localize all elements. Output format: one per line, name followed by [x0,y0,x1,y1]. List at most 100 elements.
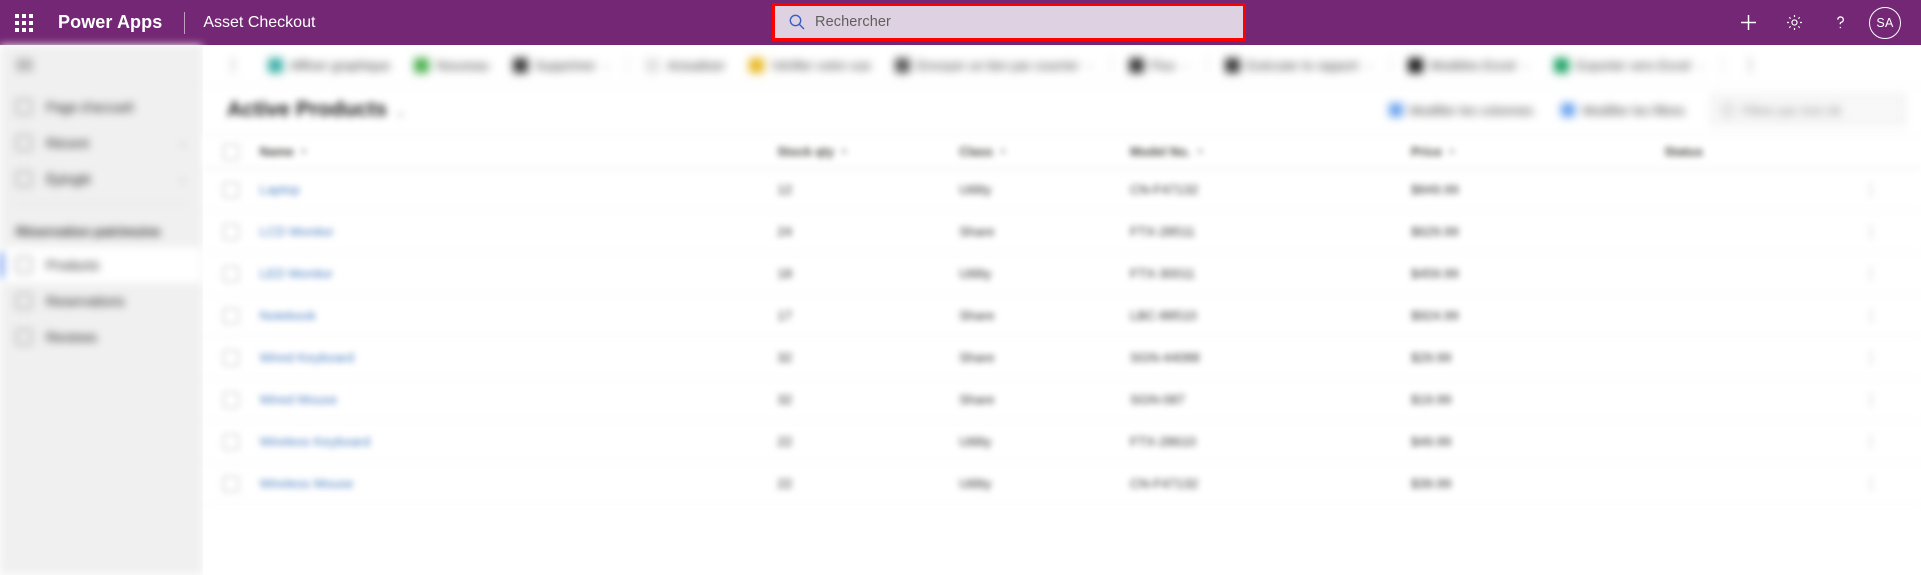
cell-name[interactable]: LED Monitor [251,252,770,295]
row-checkbox[interactable] [223,307,239,324]
more-actions-icon[interactable]: ⋮ [1864,265,1879,281]
global-search[interactable]: Rechercher [772,3,1246,41]
row-checkbox[interactable] [223,475,239,492]
products-grid: Name ▾ Stock qty ▾ Class ▾ Model No. ▾ P… [203,134,1921,505]
table-row[interactable]: Wireless Keyboard 22 Utility FTX-28610 $49.9… [203,420,1921,463]
grid-search-input[interactable]: Filtrer par mot clé [1711,95,1905,125]
command-refine-chart[interactable]: Affiner graphique [256,45,402,85]
cell-name[interactable]: LCD Monitor [251,210,770,253]
command-delete[interactable]: Supprimer ⌄ [501,45,622,85]
search-input[interactable]: Rechercher [775,6,1243,38]
row-actions-cell[interactable]: ⋮ [1821,252,1921,295]
select-all-checkbox[interactable] [223,143,239,160]
table-row[interactable]: LCD Monitor 24 Share FTX-28511 $629.99 ⋮ [203,210,1921,253]
avatar[interactable]: SA [1869,6,1901,39]
cell-name[interactable]: Wireless Keyboard [251,420,770,463]
column-header-qty[interactable]: Stock qty ▾ [769,134,952,169]
command-email-link[interactable]: Envoyer un lien par courrier ⌄ [883,45,1106,85]
product-link[interactable]: LCD Monitor [259,224,333,239]
cell-name[interactable]: Laptop [251,168,770,211]
column-header-price[interactable]: Price ▾ [1403,134,1657,169]
more-actions-icon[interactable]: ⋮ [1864,307,1879,323]
help-button[interactable] [1817,0,1863,45]
column-header-status[interactable]: Status [1656,134,1822,169]
table-row[interactable]: Notebook 17 Share LBC-88510 $924.99 ⋮ [203,294,1921,337]
sidebar-item-reservations[interactable]: Reservations [0,283,201,319]
select-all-header[interactable] [203,134,252,169]
sidebar-item-pinned[interactable]: Épinglé ⌄ [0,161,201,197]
product-link[interactable]: Wireless Keyboard [259,434,370,449]
command-run-report[interactable]: Exécuter le rapport ⌄ [1213,45,1385,85]
brand-title[interactable]: Power Apps [48,12,162,33]
app-launcher-button[interactable] [0,0,48,45]
row-checkbox-cell[interactable] [203,336,252,379]
row-checkbox[interactable] [223,433,239,450]
row-actions-cell[interactable]: ⋮ [1821,336,1921,379]
product-link[interactable]: Notebook [259,308,315,323]
row-actions-cell[interactable]: ⋮ [1821,378,1921,421]
more-actions-icon[interactable]: ⋮ [1864,433,1879,449]
table-row[interactable]: Wired Mouse 32 Share SGN-087 $19.99 ⋮ [203,378,1921,421]
row-actions-cell[interactable]: ⋮ [1821,294,1921,337]
command-export-excel[interactable]: Exporter vers Excel ⌄ [1542,45,1717,85]
app-name[interactable]: Asset Checkout [203,14,315,32]
row-checkbox-cell[interactable] [203,210,252,253]
column-header-model[interactable]: Model No. ▾ [1122,134,1404,169]
command-check-view[interactable]: Vérifier votre vue [737,45,883,85]
more-actions-icon[interactable]: ⋮ [1864,223,1879,239]
edit-filters-button[interactable]: Modifier les filtres [1547,103,1699,118]
row-actions-cell[interactable]: ⋮ [1821,462,1921,505]
product-link[interactable]: LED Monitor [259,266,332,281]
product-link[interactable]: Laptop [259,182,299,197]
settings-button[interactable] [1771,0,1817,45]
command-refresh[interactable]: Actualiser [633,45,737,85]
sidebar-item-products[interactable]: Products [0,247,201,283]
column-header-name[interactable]: Name ▾ [251,134,770,169]
sitemap-toggle-button[interactable] [0,45,201,89]
command-new[interactable]: Nouveau [402,45,501,85]
row-checkbox-cell[interactable] [203,378,252,421]
row-checkbox[interactable] [223,265,239,282]
more-actions-icon[interactable]: ⋮ [1864,349,1879,365]
sidebar-item-recent[interactable]: Récent ⌄ [0,125,201,161]
more-actions-icon[interactable]: ⋮ [1864,475,1879,491]
view-selector[interactable]: Active Products ⌄ [227,98,405,122]
row-checkbox[interactable] [223,181,239,198]
row-checkbox-cell[interactable] [203,252,252,295]
product-link[interactable]: Wireless Mouse [259,476,353,491]
cell-name[interactable]: Wired Mouse [251,378,770,421]
row-checkbox[interactable] [223,223,239,240]
cell-price: $629.99 [1403,210,1657,253]
column-header-class[interactable]: Class ▾ [951,134,1123,169]
row-checkbox-cell[interactable] [203,168,252,211]
page-title: Active Products [227,98,387,121]
product-link[interactable]: Wired Keyboard [259,350,354,365]
sidebar-item-home[interactable]: Page d'accueil [0,89,201,125]
table-row[interactable]: Wireless Mouse 22 Utility CN-F47132 $39.99 ⋮ [203,462,1921,505]
edit-columns-button[interactable]: Modifier les colonnes [1375,103,1548,118]
sidebar-item-reviews[interactable]: Reviews [0,319,201,355]
command-bar-overflow[interactable]: ⋮ [1728,55,1773,75]
row-actions-cell[interactable]: ⋮ [1821,168,1921,211]
row-checkbox-cell[interactable] [203,294,252,337]
table-row[interactable]: Wired Keyboard 32 Share SGN-44088 $29.99 ⋮ [203,336,1921,379]
row-checkbox-cell[interactable] [203,420,252,463]
cell-name[interactable]: Wireless Mouse [251,462,770,505]
cell-name[interactable]: Notebook [251,294,770,337]
more-actions-icon[interactable]: ⋮ [1864,181,1879,197]
row-actions-cell[interactable]: ⋮ [1821,210,1921,253]
command-flow[interactable]: Flux ⌄ [1117,45,1202,85]
new-button[interactable] [1725,0,1771,45]
table-row[interactable]: LED Monitor 18 Utility FTX-30011 $459.99 ⋮ [203,252,1921,295]
more-actions-icon[interactable]: ⋮ [1864,391,1879,407]
product-link[interactable]: Wired Mouse [259,392,337,407]
command-excel-templates[interactable]: Modèles Excel ⌄ [1396,45,1542,85]
row-checkbox[interactable] [223,391,239,408]
table-row[interactable]: Laptop 12 Utility CN-F47132 $849.99 ⋮ [203,168,1921,211]
row-checkbox-cell[interactable] [203,462,252,505]
command-bar-left-overflow[interactable]: ⋮ [211,55,256,75]
cell-name[interactable]: Wired Keyboard [251,336,770,379]
command-separator [1110,55,1112,75]
row-actions-cell[interactable]: ⋮ [1821,420,1921,463]
row-checkbox[interactable] [223,349,239,366]
